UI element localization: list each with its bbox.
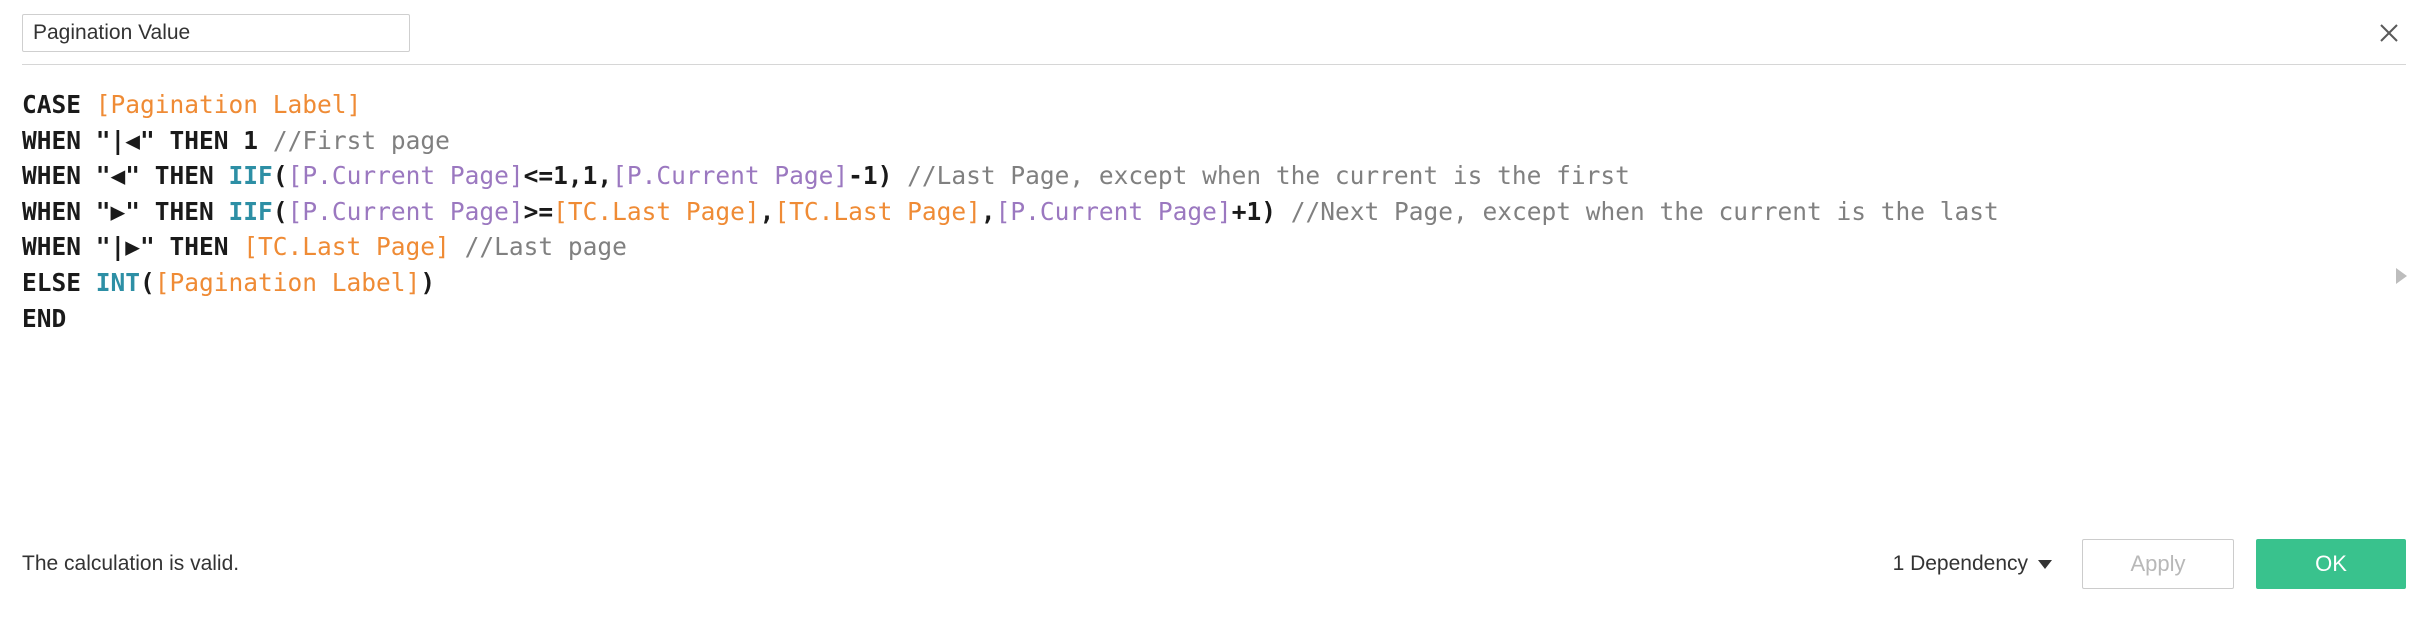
- formula-token-kw: THEN: [154, 161, 229, 191]
- formula-line: WHEN "▶" THEN IIF([P.Current Page]>=[TC.…: [22, 194, 2368, 230]
- formula-token-str: "|▶": [95, 232, 170, 262]
- formula-line: CASE [Pagination Label]: [22, 87, 2368, 123]
- formula-token-op: (: [272, 161, 288, 191]
- formula-line: END: [22, 301, 2368, 337]
- formula-token-cmt: //Next Page, except when the current is …: [1290, 196, 1999, 226]
- formula-token-fld: [TC.Last Page]: [774, 196, 981, 226]
- formula-editor-area: CASE [Pagination Label] WHEN "|◀" THEN 1 …: [0, 65, 2428, 517]
- formula-line: ELSE INT([Pagination Label]): [22, 265, 2368, 301]
- formula-token-op: (: [140, 267, 155, 297]
- expand-right-triangle-icon: [2394, 267, 2408, 290]
- formula-token-op: ): [420, 267, 436, 297]
- formula-token-fld: [Pagination Label]: [154, 267, 421, 297]
- close-icon: [2378, 22, 2400, 44]
- apply-button[interactable]: Apply: [2082, 539, 2234, 589]
- dependency-dropdown[interactable]: 1 Dependency: [1893, 552, 2052, 576]
- formula-token-kw: WHEN: [22, 125, 96, 155]
- formula-token-op: >=: [523, 196, 554, 226]
- formula-token-prm: [P.Current Page]: [287, 196, 524, 226]
- formula-token-str: "|◀": [95, 125, 170, 155]
- formula-token-cmt: //First page: [272, 125, 450, 155]
- calculation-name-input[interactable]: [22, 14, 410, 52]
- formula-token-fld: [TC.Last Page]: [553, 196, 760, 226]
- dialog-footer: The calculation is valid. 1 Dependency A…: [0, 510, 2428, 618]
- formula-token-prm: [P.Current Page]: [287, 161, 524, 191]
- formula-token-op: ,: [759, 196, 775, 226]
- formula-token-kw: END: [22, 303, 67, 333]
- formula-token-kw: WHEN: [22, 232, 96, 262]
- formula-token-op: (: [272, 196, 288, 226]
- formula-token-kw: ELSE: [22, 267, 96, 297]
- close-button[interactable]: [2370, 14, 2408, 52]
- formula-token-kw: THEN: [169, 125, 244, 155]
- dialog-header: [0, 0, 2428, 58]
- formula-token-cmt: //Last page: [464, 232, 627, 262]
- formula-code-editor[interactable]: CASE [Pagination Label] WHEN "|◀" THEN 1 …: [22, 87, 2368, 336]
- formula-token-cmt: //Last Page, except when the current is …: [907, 161, 1630, 191]
- formula-token-fn: INT: [95, 267, 141, 297]
- ok-button[interactable]: OK: [2256, 539, 2406, 589]
- formula-token-op: -1): [848, 161, 908, 191]
- formula-token-op: +1): [1231, 196, 1291, 226]
- formula-token-kw: WHEN: [22, 196, 96, 226]
- validation-status-text: The calculation is valid.: [22, 552, 240, 575]
- formula-token-kw: THEN: [169, 232, 244, 262]
- formula-token-fn: IIF: [228, 161, 273, 191]
- expand-panel-button[interactable]: [2388, 265, 2414, 291]
- chevron-down-icon: [2038, 559, 2052, 569]
- formula-token-fld: [TC.Last Page]: [243, 232, 450, 262]
- formula-token-num: 1: [243, 125, 273, 155]
- formula-token-kw: THEN: [154, 196, 229, 226]
- formula-line: WHEN "|▶" THEN [TC.Last Page] //Last pag…: [22, 229, 2368, 265]
- formula-token-str: "▶": [95, 196, 155, 226]
- formula-line: WHEN "◀" THEN IIF([P.Current Page]<=1,1,…: [22, 158, 2368, 194]
- formula-token-prm: [P.Current Page]: [612, 161, 849, 191]
- formula-token-op: <=1,1,: [523, 161, 613, 191]
- formula-token-kw: WHEN: [22, 161, 96, 191]
- dependency-label: 1 Dependency: [1892, 552, 2028, 575]
- formula-token-fn: IIF: [228, 196, 273, 226]
- formula-token-op: [450, 232, 465, 261]
- formula-token-prm: [P.Current Page]: [995, 196, 1232, 226]
- formula-line: WHEN "|◀" THEN 1 //First page: [22, 123, 2368, 159]
- formula-token-op: ,: [980, 196, 996, 226]
- formula-token-str: "◀": [95, 161, 155, 191]
- formula-token-kw: CASE: [22, 90, 96, 119]
- formula-token-fld: [Pagination Label]: [95, 90, 362, 119]
